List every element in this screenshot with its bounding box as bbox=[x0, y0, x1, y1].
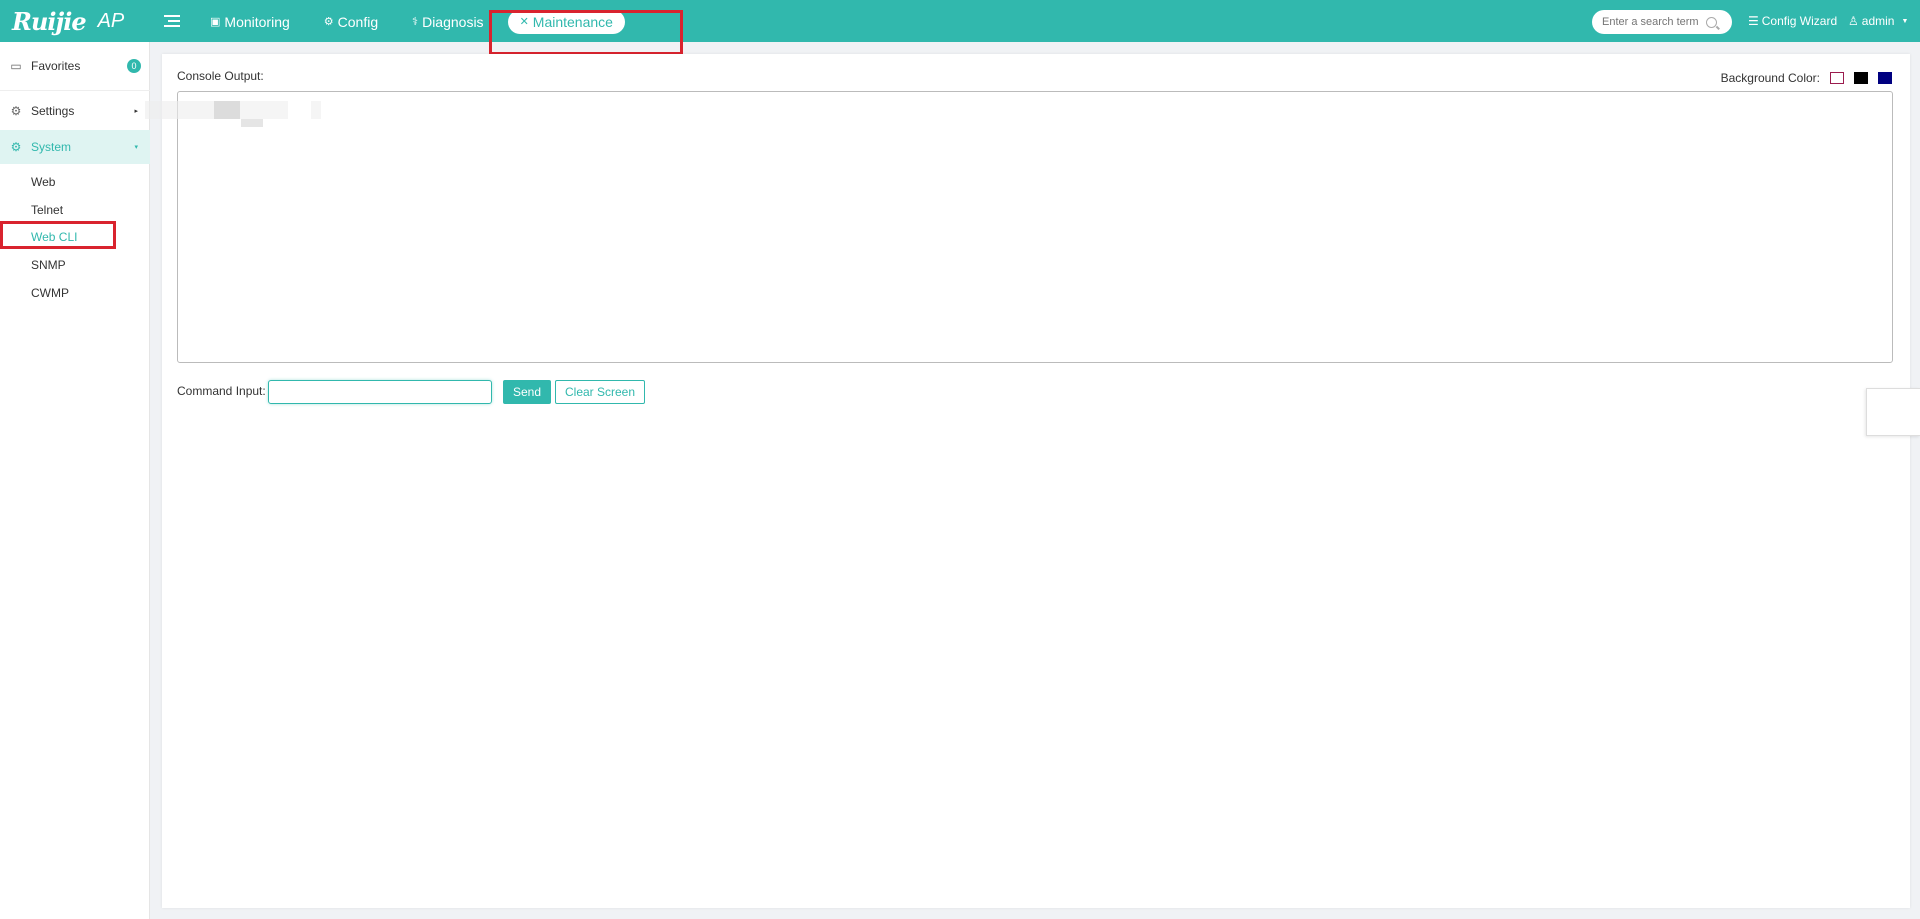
redacted-region bbox=[241, 119, 263, 127]
nav-label: Maintenance bbox=[532, 14, 613, 30]
sidebar-sub-cwmp[interactable]: CWMP bbox=[31, 286, 69, 300]
console-output-label: Console Output: bbox=[177, 69, 264, 83]
sidebar-sub-web-cli[interactable]: Web CLI bbox=[31, 230, 77, 244]
redacted-region bbox=[311, 101, 321, 119]
nav-label: Monitoring bbox=[224, 14, 290, 30]
gear-icon: ⚙ bbox=[323, 16, 334, 28]
top-bar: Ruijie AP ▣ Monitoring ⚙ Config ⚕ Diagno… bbox=[0, 0, 1920, 42]
config-wizard-label: Config Wizard bbox=[1761, 14, 1838, 28]
config-wizard-link[interactable]: ☰ Config Wizard bbox=[1748, 14, 1837, 28]
chevron-down-icon: ▾ bbox=[134, 144, 138, 151]
search-box[interactable] bbox=[1592, 10, 1732, 34]
chevron-right-icon: ▸ bbox=[134, 108, 138, 115]
brand-logo: Ruijie bbox=[12, 6, 87, 36]
sidebar-item-label: Settings bbox=[31, 104, 75, 118]
swatch-navy[interactable] bbox=[1878, 72, 1892, 84]
command-input-label: Command Input: bbox=[177, 384, 266, 398]
main-nav: ▣ Monitoring ⚙ Config ⚕ Diagnosis ✕ Main… bbox=[200, 10, 639, 34]
sidebar-sub-telnet[interactable]: Telnet bbox=[31, 203, 63, 217]
sidebar-item-system[interactable]: ⚙ System ▾ bbox=[0, 130, 150, 164]
nav-maintenance[interactable]: ✕ Maintenance bbox=[507, 10, 625, 34]
nav-label: Diagnosis bbox=[422, 14, 484, 30]
redacted-region bbox=[240, 101, 288, 119]
sidebar-sub-web[interactable]: Web bbox=[31, 175, 55, 189]
sidebar-item-label: System bbox=[31, 140, 72, 154]
monitor-icon: ▣ bbox=[210, 16, 221, 28]
redacted-region bbox=[214, 101, 240, 119]
system-icon: ⚙ bbox=[10, 140, 22, 154]
model-label: AP bbox=[97, 9, 125, 32]
menu-toggle-icon[interactable] bbox=[164, 12, 180, 30]
sidebar: ▭ Favorites 0 ⚙ Settings ▸ ⚙ System ▾ We… bbox=[0, 42, 150, 919]
nav-monitoring[interactable]: ▣ Monitoring bbox=[200, 10, 300, 34]
nav-label: Config bbox=[337, 14, 379, 30]
sidebar-item-favorites[interactable]: ▭ Favorites 0 bbox=[0, 49, 150, 83]
list-icon: ☰ bbox=[1748, 14, 1759, 28]
tools-icon: ✕ bbox=[519, 16, 529, 28]
sidebar-sub-snmp[interactable]: SNMP bbox=[31, 258, 66, 272]
user-name: admin bbox=[1861, 14, 1895, 28]
clear-screen-button[interactable]: Clear Screen bbox=[555, 380, 646, 404]
sidebar-item-settings[interactable]: ⚙ Settings ▸ bbox=[0, 94, 150, 128]
search-icon[interactable] bbox=[1706, 16, 1717, 28]
send-button[interactable]: Send bbox=[503, 380, 552, 404]
floating-widget[interactable] bbox=[1866, 388, 1920, 436]
stethoscope-icon: ⚕ bbox=[412, 16, 419, 28]
search-input[interactable] bbox=[1602, 16, 1706, 28]
chevron-down-icon: ▼ bbox=[1901, 17, 1909, 25]
favorites-count-badge: 0 bbox=[127, 59, 141, 73]
settings-icon: ⚙ bbox=[10, 104, 22, 118]
sidebar-item-label: Favorites bbox=[31, 59, 81, 73]
main-panel: Console Output: Background Color: Comman… bbox=[162, 54, 1910, 908]
divider bbox=[0, 90, 150, 91]
logo: Ruijie AP bbox=[12, 6, 125, 36]
command-input[interactable] bbox=[268, 380, 492, 404]
swatch-white[interactable] bbox=[1830, 72, 1844, 84]
console-output-area[interactable] bbox=[177, 91, 1893, 363]
user-menu[interactable]: ♙ admin ▼ bbox=[1848, 14, 1908, 28]
background-color-label: Background Color: bbox=[1720, 71, 1820, 85]
folder-star-icon: ▭ bbox=[10, 59, 22, 73]
nav-diagnosis[interactable]: ⚕ Diagnosis bbox=[402, 10, 493, 34]
swatch-black[interactable] bbox=[1854, 72, 1868, 84]
background-color-picker: Background Color: bbox=[1721, 71, 1892, 85]
nav-config[interactable]: ⚙ Config bbox=[314, 10, 388, 34]
user-icon: ♙ bbox=[1848, 14, 1859, 28]
